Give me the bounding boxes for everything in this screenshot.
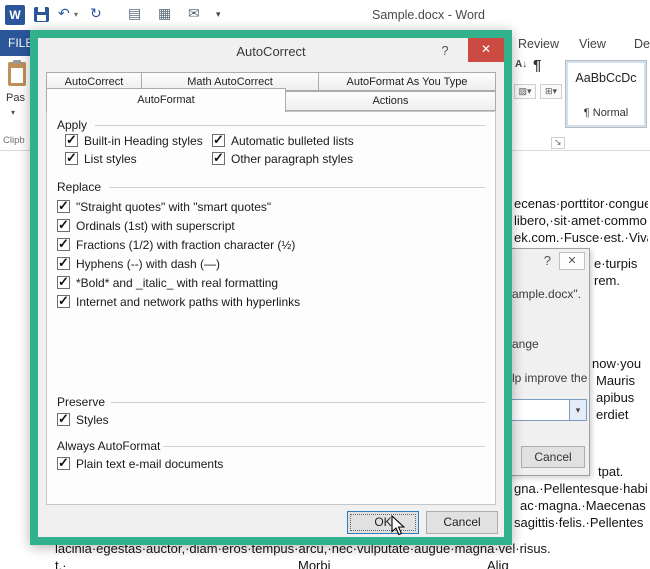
- checkbox-checked-icon: [57, 217, 70, 233]
- checkbox-checked-icon: [212, 132, 225, 148]
- checkbox-checked-icon: [57, 274, 70, 290]
- save-icon[interactable]: [34, 7, 49, 22]
- tab-file[interactable]: FILE: [0, 30, 30, 56]
- checkbox-bold-italic-formatting[interactable]: *Bold* and _italic_ with real formatting: [57, 274, 278, 290]
- group-divider: [109, 187, 485, 188]
- checkbox-straight-quotes[interactable]: "Straight quotes" with "smart quotes": [57, 198, 271, 214]
- background-dropdown[interactable]: ▾: [511, 399, 587, 421]
- checkbox-styles[interactable]: Styles: [57, 411, 109, 427]
- background-dialog-text: lp improve the: [512, 371, 588, 385]
- clipboard-group-label: Clipb: [3, 135, 25, 146]
- document-text-fragment: ek.com.·Fusce·est.·Viva: [514, 230, 648, 245]
- document-text-fragment: ac·magna.·Maecenas: [520, 498, 646, 513]
- checkbox-checked-icon: [57, 411, 70, 427]
- checkbox-checked-icon: [65, 132, 78, 148]
- window-title: Sample.docx - Word: [372, 8, 486, 22]
- chevron-down-icon[interactable]: ▾: [569, 400, 586, 420]
- group-divider: [95, 125, 485, 126]
- autoformat-tab-page: Apply Built-in Heading styles Automatic …: [46, 111, 496, 505]
- background-dialog-text: ample.docx".: [512, 287, 581, 301]
- undo-dropdown-icon[interactable]: ▾: [74, 10, 78, 19]
- borders-icon[interactable]: ⊞▾: [540, 84, 562, 99]
- highlight-frame: AutoCorrect ? ✕ AutoCorrect Math AutoCor…: [30, 30, 512, 545]
- tab-strip-front-row: AutoFormat Actions: [46, 88, 496, 112]
- checkbox-hyphens-dash[interactable]: Hyphens (--) with dash (—): [57, 255, 220, 271]
- group-label-apply: Apply: [57, 118, 88, 132]
- table-icon[interactable]: ▦: [158, 6, 171, 20]
- checkbox-checked-icon: [57, 198, 70, 214]
- tab-review[interactable]: Review: [518, 37, 559, 51]
- document-text-fragment: erdiet: [596, 407, 629, 422]
- help-icon[interactable]: ?: [430, 41, 460, 61]
- dialog-launcher-icon[interactable]: ↘: [551, 137, 565, 149]
- checkbox-checked-icon: [57, 255, 70, 271]
- group-label-always-autoformat: Always AutoFormat: [57, 439, 161, 453]
- background-dialog-text: ange: [512, 337, 539, 351]
- checkbox-checked-icon: [57, 293, 70, 309]
- tab-autoformat-as-you-type[interactable]: AutoFormat As You Type: [319, 72, 496, 91]
- document-text-fragment: apibus: [596, 390, 635, 405]
- checkbox-ordinals-superscript[interactable]: Ordinals (1st) with superscript: [57, 217, 235, 233]
- document-text-fragment: libero,·sit·amet·commo: [514, 213, 647, 228]
- mouse-cursor: [391, 515, 406, 536]
- cancel-button[interactable]: Cancel: [426, 511, 498, 534]
- document-text-fragment: Mauris: [596, 373, 636, 388]
- background-dialog: ? ✕ ample.docx". ange lp improve the ▾ C…: [505, 248, 590, 476]
- checkbox-fractions[interactable]: Fractions (1/2) with fraction character …: [57, 236, 295, 252]
- style-name-label: ¶ Normal: [583, 107, 629, 119]
- tab-developer[interactable]: De: [634, 37, 650, 51]
- document-icon[interactable]: ▤: [128, 6, 141, 20]
- word-window: W ↶ ▾ ↻ ▤ ▦ ✉ ▾ Sample.docx - Word FILE …: [0, 0, 650, 569]
- redo-icon[interactable]: ↻: [90, 6, 102, 20]
- paste-button-label[interactable]: Pas: [6, 92, 25, 104]
- tab-autoformat[interactable]: AutoFormat: [46, 88, 286, 112]
- tab-view[interactable]: View: [579, 37, 606, 51]
- checkbox-plain-text-email[interactable]: Plain text e-mail documents: [57, 455, 223, 471]
- ok-button[interactable]: OK: [347, 511, 419, 534]
- close-icon[interactable]: ✕: [468, 38, 504, 62]
- checkbox-built-in-heading-styles[interactable]: Built-in Heading styles: [65, 132, 203, 148]
- qat-customize-icon[interactable]: ▾: [216, 9, 221, 20]
- document-text-fragment: Morbi: [298, 558, 331, 569]
- document-text-fragment: t.·: [55, 558, 67, 569]
- sort-icon[interactable]: A↓: [515, 60, 527, 70]
- document-text-fragment: sagittis·felis.·Pellentes: [514, 515, 644, 530]
- title-bar: W ↶ ▾ ↻ ▤ ▦ ✉ ▾ Sample.docx - Word: [0, 0, 650, 30]
- checkbox-checked-icon: [65, 150, 78, 166]
- checkbox-automatic-bulleted-lists[interactable]: Automatic bulleted lists: [212, 132, 354, 148]
- autocorrect-dialog: AutoCorrect ? ✕ AutoCorrect Math AutoCor…: [38, 38, 504, 537]
- checkbox-checked-icon: [212, 150, 225, 166]
- group-divider: [111, 402, 485, 403]
- checkbox-list-styles[interactable]: List styles: [65, 150, 137, 166]
- shading-icon[interactable]: ▨▾: [514, 84, 536, 99]
- background-cancel-button[interactable]: Cancel: [521, 446, 585, 468]
- document-text-fragment: now·you: [592, 356, 642, 371]
- document-text-fragment: rem.: [594, 273, 620, 288]
- document-text-fragment: gna.·Pellentesque·habit: [514, 481, 648, 496]
- style-gallery-item-normal[interactable]: AaBbCcDc ¶ Normal: [565, 60, 647, 128]
- checkbox-checked-icon: [57, 236, 70, 252]
- undo-icon[interactable]: ↶: [58, 6, 70, 20]
- help-icon[interactable]: ?: [544, 253, 551, 268]
- style-preview-text: AaBbCcDc: [575, 71, 637, 85]
- group-divider: [163, 446, 485, 447]
- document-text-fragment: Aliq: [487, 558, 509, 569]
- show-formatting-marks-icon[interactable]: ¶: [533, 57, 541, 74]
- group-label-preserve: Preserve: [57, 395, 106, 409]
- checkbox-checked-icon: [57, 455, 70, 471]
- word-logo-icon[interactable]: W: [5, 5, 25, 25]
- mail-icon[interactable]: ✉: [188, 6, 200, 20]
- group-label-replace: Replace: [57, 180, 102, 194]
- checkbox-internet-paths-hyperlinks[interactable]: Internet and network paths with hyperlin…: [57, 293, 300, 309]
- close-icon[interactable]: ✕: [559, 252, 585, 270]
- document-text-fragment: ecenas·porttitor·congue: [514, 196, 648, 211]
- tab-actions[interactable]: Actions: [286, 91, 496, 111]
- checkbox-other-paragraph-styles[interactable]: Other paragraph styles: [212, 150, 353, 166]
- paste-dropdown-icon[interactable]: ▾: [11, 108, 15, 117]
- document-text-fragment: tpat.: [598, 464, 624, 479]
- document-text-fragment: e·turpis: [594, 256, 638, 271]
- paste-icon[interactable]: [8, 60, 26, 86]
